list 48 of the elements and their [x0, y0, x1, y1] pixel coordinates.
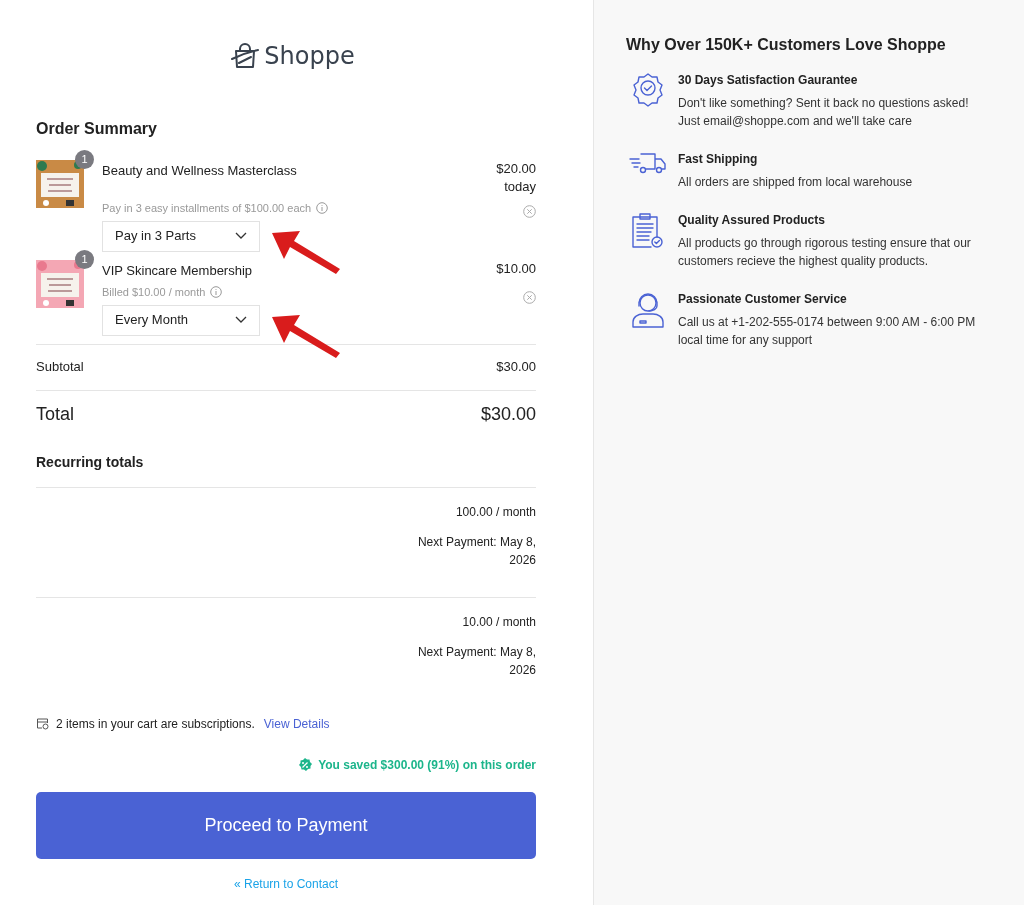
subtotal-value: $30.00: [496, 358, 536, 377]
product-name: Beauty and Wellness Masterclass: [102, 162, 297, 180]
remove-icon[interactable]: [523, 204, 536, 218]
product-price: $10.00: [495, 259, 536, 278]
benefit-title: 30 Days Satisfaction Gaurantee: [678, 72, 859, 89]
next-payment-date: Next Payment: May 8, 2026: [416, 533, 536, 569]
info-icon[interactable]: [316, 202, 329, 215]
billing-note: Billed $10.00 / month: [102, 285, 206, 300]
recurring-title: Recurring totals: [36, 452, 145, 472]
quantity-badge: 1: [75, 249, 94, 269]
subtotal-label: Subtotal: [36, 358, 84, 377]
recurring-amount: 100.00 / month: [455, 503, 536, 521]
plan-dropdown[interactable]: Pay in 3 Parts: [102, 220, 260, 252]
benefit-description: Don't like something? Sent it back no questions asked! Just email@shoppe.com and we'll take care: [678, 95, 970, 130]
info-icon[interactable]: [210, 286, 223, 299]
savings-message: You saved $300.00 (91%) on this order: [318, 756, 536, 774]
view-details-link[interactable]: View Details: [263, 714, 330, 733]
benefit-title: Passionate Customer Service: [678, 291, 848, 308]
benefit-description: Call us at +1-202-555-0174 between 9:00 AM - 6:00 PM local time for any support: [678, 314, 977, 349]
subscription-note: 2 items in your cart are subscriptions.: [56, 715, 255, 733]
quantity-badge: 1: [75, 150, 94, 169]
benefits-title: Why Over 150K+ Customers Love Shoppe: [626, 35, 947, 55]
benefit-description: All products go through rigorous testing ensure that our customers recieve the highest quality products.: [678, 235, 972, 270]
clipboard-check-icon: [631, 212, 665, 250]
benefit-description: All orders are shipped from local warehouse: [678, 174, 914, 191]
total-value: $30.00: [480, 402, 536, 426]
remove-icon[interactable]: [523, 290, 536, 304]
chevron-down-icon: [235, 232, 247, 240]
calendar-clock-icon: [36, 717, 49, 730]
total-label: Total: [36, 402, 75, 426]
brand-name: Shoppe: [264, 41, 355, 72]
support-agent-icon: [630, 291, 666, 329]
product-price: $20.00 today: [495, 160, 536, 196]
truck-icon: [629, 151, 667, 175]
proceed-to-payment-button[interactable]: Proceed to Payment: [36, 791, 536, 859]
next-payment-date: Next Payment: May 8, 2026: [416, 643, 536, 679]
return-to-contact-link[interactable]: « Return to Contact: [233, 874, 339, 893]
award-badge-icon: [632, 72, 664, 108]
billing-note: Pay in 3 easy installments of $100.00 each: [102, 201, 312, 216]
chevron-down-icon: [235, 316, 247, 324]
section-title: Order Summary: [36, 119, 158, 139]
discount-badge-icon: [298, 757, 313, 772]
benefit-title: Fast Shipping: [678, 151, 759, 168]
product-name: VIP Skincare Membership: [102, 261, 253, 280]
plan-dropdown[interactable]: Every Month: [102, 304, 260, 336]
benefit-title: Quality Assured Products: [678, 212, 826, 229]
shopping-bag-logo-icon: [231, 43, 260, 69]
recurring-amount: 10.00 / month: [462, 613, 536, 631]
